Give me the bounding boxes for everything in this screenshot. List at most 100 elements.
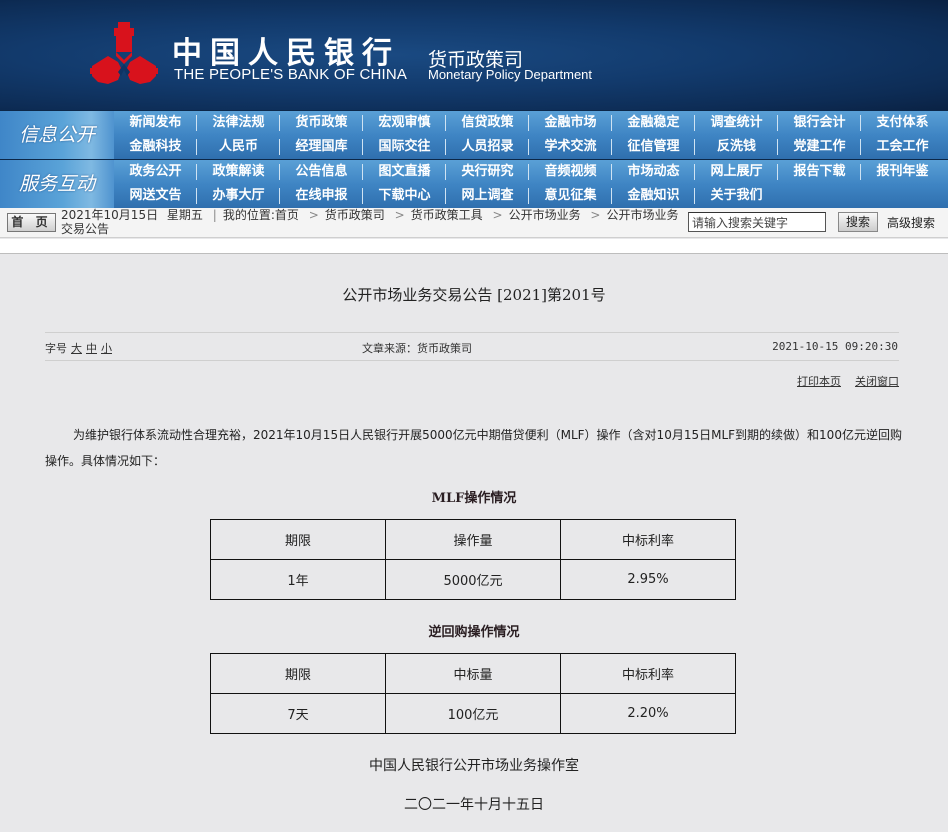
article-timestamp: 2021-10-15 09:20:30	[772, 340, 898, 353]
pboc-logo-icon[interactable]	[88, 20, 160, 88]
table-header-row: 期限 操作量 中标利率	[210, 519, 736, 560]
nav-item[interactable]: 下载中心	[363, 184, 446, 208]
breadcrumb-item[interactable]: 货币政策司	[325, 208, 385, 222]
nav-item[interactable]: 新闻发布	[114, 111, 197, 135]
nav-item[interactable]: 公告信息	[280, 160, 363, 184]
table-cell: 2.95%	[560, 559, 736, 600]
article-source: 文章来源：货币政策司	[362, 342, 472, 355]
reverse-repo-table: 期限 中标量 中标利率 7天 100亿元 2.20%	[210, 653, 736, 734]
reverse-repo-table-title: 逆回购操作情况	[428, 625, 520, 640]
table-row: 1年 5000亿元 2.95%	[210, 559, 736, 600]
nav-item[interactable]: 银行会计	[778, 111, 861, 135]
nav-item[interactable]: 办事大厅	[197, 184, 280, 208]
home-button[interactable]: 首 页	[7, 213, 56, 232]
divider: |	[212, 208, 217, 222]
nav-group-service: 服务互动 政务公开 政策解读 公告信息 图文直播 央行研究 音频视频 市场动态 …	[0, 160, 948, 208]
nav-row: 网送文告 办事大厅 在线申报 下载中心 网上调查 意见征集 金融知识 关于我们	[114, 184, 948, 208]
table-header-cell: 操作量	[385, 519, 561, 560]
close-window-link[interactable]: 关闭窗口	[855, 375, 899, 388]
org-name-en: THE PEOPLE'S BANK OF CHINA	[174, 66, 408, 83]
nav-item[interactable]: 货币政策	[280, 111, 363, 135]
table-header-row: 期限 中标量 中标利率	[210, 653, 736, 694]
font-size-controls: 字号大中小	[45, 340, 112, 356]
table-header-cell: 中标量	[385, 653, 561, 694]
nav-item[interactable]: 金融科技	[114, 135, 197, 159]
location-label[interactable]: 我的位置:首页	[223, 208, 299, 222]
nav-section-info-disclosure[interactable]: 信息公开	[0, 111, 114, 159]
chevron-right-icon: >	[394, 208, 405, 222]
nav-row: 新闻发布 法律法规 货币政策 宏观审慎 信贷政策 金融市场 金融稳定 调查统计 …	[114, 111, 948, 135]
search-input[interactable]	[688, 212, 826, 232]
nav-item[interactable]: 工会工作	[861, 135, 944, 159]
nav-item[interactable]: 金融知识	[612, 184, 695, 208]
nav-item[interactable]: 经理国库	[280, 135, 363, 159]
nav-item[interactable]: 报刊年鉴	[861, 160, 944, 184]
nav-item[interactable]: 国际交往	[363, 135, 446, 159]
nav-item[interactable]: 支付体系	[861, 111, 944, 135]
table-row: 7天 100亿元 2.20%	[210, 693, 736, 734]
mlf-table-title: MLF操作情况	[431, 491, 517, 506]
nav-item[interactable]: 市场动态	[612, 160, 695, 184]
font-size-label: 字号	[45, 342, 67, 355]
nav-item[interactable]: 党建工作	[778, 135, 861, 159]
nav-item[interactable]: 政策解读	[197, 160, 280, 184]
mlf-table: 期限 操作量 中标利率 1年 5000亿元 2.95%	[210, 519, 736, 600]
nav-item[interactable]: 反洗钱	[695, 135, 778, 159]
nav-item[interactable]: 人员招录	[446, 135, 529, 159]
nav-item[interactable]: 征信管理	[612, 135, 695, 159]
current-weekday: 星期五	[166, 208, 203, 222]
font-size-medium[interactable]: 中	[86, 342, 97, 355]
nav-item[interactable]: 金融稳定	[612, 111, 695, 135]
nav-item[interactable]: 报告下载	[778, 160, 861, 184]
page-title: 公开市场业务交易公告 [2021]第201号	[342, 286, 606, 304]
breadcrumb-bar: 首 页 2021年10月15日 星期五 | 我的位置:首页 > 货币政策司 > 货币政…	[0, 208, 948, 238]
table-cell: 1年	[210, 559, 386, 600]
table-cell: 2.20%	[560, 693, 736, 734]
nav-item[interactable]: 央行研究	[446, 160, 529, 184]
nav-item[interactable]: 宏观审慎	[363, 111, 446, 135]
nav-item[interactable]: 信贷政策	[446, 111, 529, 135]
nav-item[interactable]: 金融市场	[529, 111, 612, 135]
chevron-right-icon: >	[492, 208, 503, 222]
print-link[interactable]: 打印本页	[797, 375, 841, 388]
nav-item[interactable]: 图文直播	[363, 160, 446, 184]
main-nav: 信息公开 新闻发布 法律法规 货币政策 宏观审慎 信贷政策 金融市场 金融稳定 …	[0, 110, 948, 208]
chevron-right-icon: >	[308, 208, 319, 222]
article-paragraph: 为维护银行体系流动性合理充裕，2021年10月15日人民银行开展5000亿元中期…	[45, 428, 902, 468]
nav-item[interactable]: 在线申报	[280, 184, 363, 208]
nav-row: 政务公开 政策解读 公告信息 图文直播 央行研究 音频视频 市场动态 网上展厅 …	[114, 160, 948, 184]
signoff-date: 二〇二一年十月十五日	[404, 797, 544, 813]
table-header-cell: 中标利率	[560, 653, 736, 694]
nav-item[interactable]: 意见征集	[529, 184, 612, 208]
table-header-cell: 期限	[210, 653, 386, 694]
nav-item[interactable]: 关于我们	[695, 184, 778, 208]
nav-item[interactable]: 人民币	[197, 135, 280, 159]
dept-name-en: Monetary Policy Department	[428, 67, 593, 82]
table-cell: 5000亿元	[385, 559, 561, 600]
nav-item[interactable]: 学术交流	[529, 135, 612, 159]
site-header: 中国人民银行 THE PEOPLE'S BANK OF CHINA 货币政策司 …	[0, 0, 948, 110]
breadcrumb-item[interactable]: 货币政策工具	[411, 208, 483, 222]
table-header-cell: 期限	[210, 519, 386, 560]
nav-section-service-interaction[interactable]: 服务互动	[0, 160, 114, 208]
article-actions: 打印本页 关闭窗口	[783, 373, 899, 389]
nav-group-info: 信息公开 新闻发布 法律法规 货币政策 宏观审慎 信贷政策 金融市场 金融稳定 …	[0, 111, 948, 159]
table-header-cell: 中标利率	[560, 519, 736, 560]
font-size-small[interactable]: 小	[101, 342, 112, 355]
nav-row: 金融科技 人民币 经理国库 国际交往 人员招录 学术交流 征信管理 反洗钱 党建…	[114, 135, 948, 159]
search-button[interactable]: 搜索	[838, 212, 878, 232]
nav-item[interactable]: 政务公开	[114, 160, 197, 184]
nav-item[interactable]: 音频视频	[529, 160, 612, 184]
nav-item[interactable]: 网上展厅	[695, 160, 778, 184]
advanced-search-link[interactable]: 高级搜索	[887, 214, 935, 231]
divider	[45, 332, 899, 333]
nav-item[interactable]: 网送文告	[114, 184, 197, 208]
font-size-large[interactable]: 大	[71, 342, 82, 355]
nav-item[interactable]: 法律法规	[197, 111, 280, 135]
current-date: 2021年10月15日	[61, 208, 159, 222]
chevron-right-icon: >	[590, 208, 601, 222]
breadcrumb-item[interactable]: 公开市场业务	[509, 208, 581, 222]
signoff-org: 中国人民银行公开市场业务操作室	[369, 758, 579, 774]
nav-item[interactable]: 网上调查	[446, 184, 529, 208]
nav-item[interactable]: 调查统计	[695, 111, 778, 135]
